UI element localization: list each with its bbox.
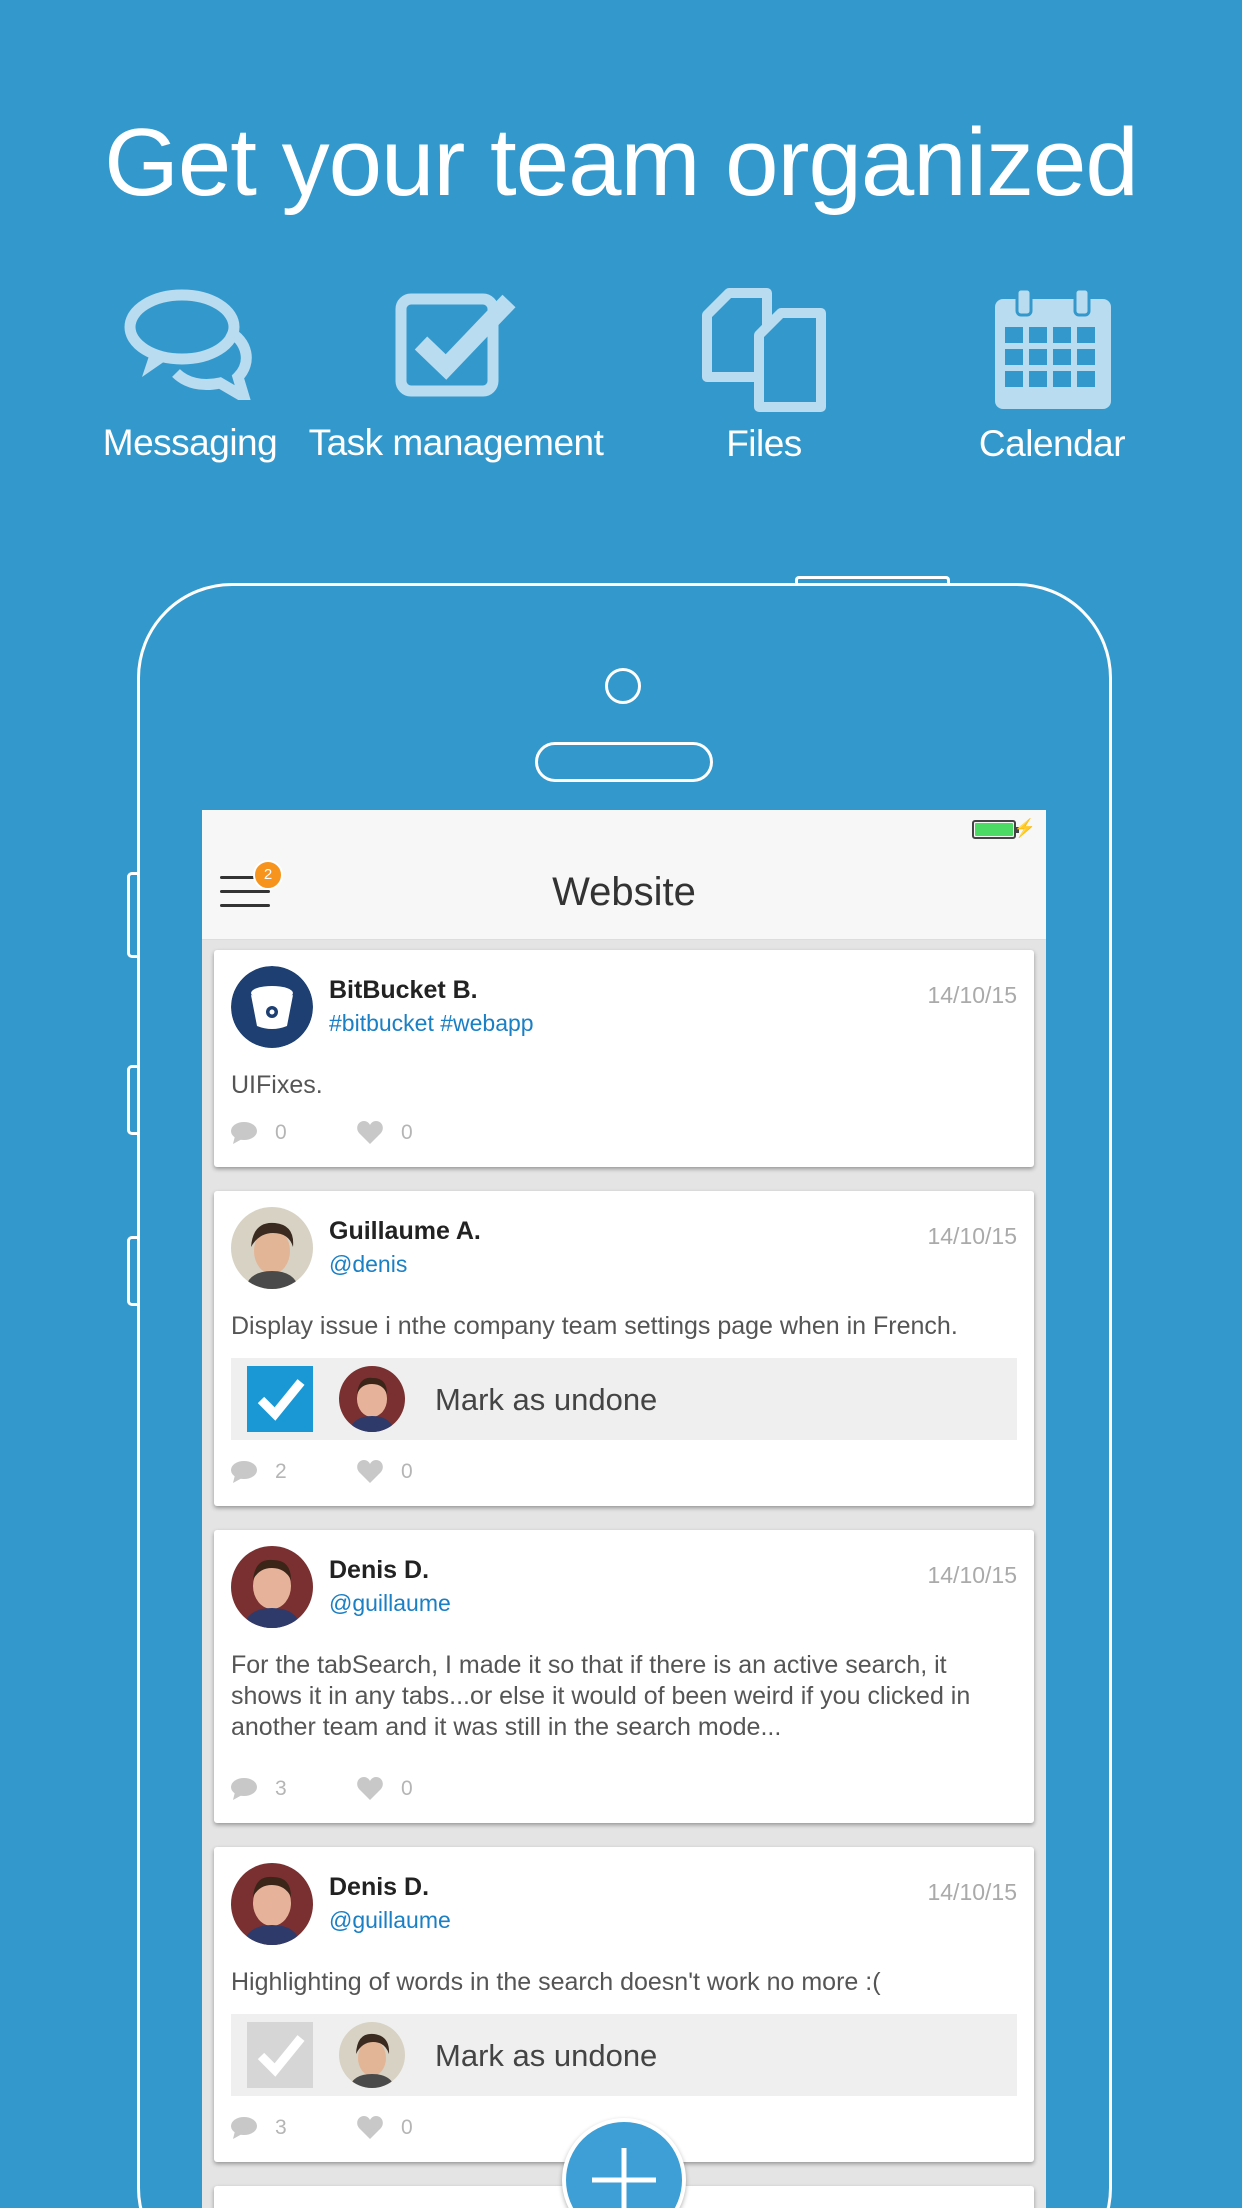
heart-icon bbox=[357, 1777, 383, 1801]
comment-icon bbox=[231, 2117, 257, 2140]
like-count-value: 0 bbox=[401, 1460, 413, 1483]
post-tags[interactable]: #bitbucket #webapp bbox=[329, 1010, 534, 1037]
comment-count-value: 3 bbox=[275, 1777, 287, 1800]
person-photo bbox=[231, 1207, 313, 1289]
post-author[interactable]: Denis D. bbox=[329, 1556, 429, 1585]
post-mention[interactable]: @denis bbox=[329, 1251, 407, 1278]
avatar[interactable] bbox=[231, 966, 313, 1048]
comment-count[interactable]: 3 bbox=[231, 2116, 287, 2140]
assignee-avatar bbox=[339, 1366, 405, 1432]
post-stats: 2 0 bbox=[231, 1440, 1017, 1506]
feature-task-management: Task management bbox=[306, 285, 606, 464]
phone-camera bbox=[605, 668, 641, 704]
post-mention[interactable]: @guillaume bbox=[329, 1907, 451, 1934]
feature-label-task-management: Task management bbox=[308, 422, 604, 463]
add-post-button[interactable] bbox=[562, 2118, 686, 2208]
post-card[interactable]: BitBucket B. #bitbucket #webapp 14/10/15… bbox=[214, 950, 1034, 1167]
comment-count-value: 0 bbox=[275, 1121, 287, 1144]
post-date: 14/10/15 bbox=[927, 982, 1017, 1008]
comment-icon bbox=[231, 1778, 257, 1801]
post-stats: 3 0 bbox=[231, 1757, 1017, 1823]
checkbox-icon bbox=[395, 293, 516, 397]
task-row[interactable]: Mark as undone bbox=[231, 2014, 1017, 2096]
task-label[interactable]: Mark as undone bbox=[435, 1382, 657, 1418]
calendar-icon bbox=[995, 287, 1111, 409]
like-count[interactable]: 0 bbox=[357, 1460, 413, 1484]
post-stats: 0 0 bbox=[231, 1101, 1017, 1167]
post-date: 14/10/15 bbox=[927, 1562, 1017, 1588]
heart-icon bbox=[357, 1121, 383, 1145]
avatar[interactable] bbox=[231, 1863, 313, 1945]
phone-volume-up bbox=[127, 1065, 139, 1135]
heart-icon bbox=[357, 1460, 383, 1484]
post-mention[interactable]: @guillaume bbox=[329, 1590, 451, 1617]
post-date: 14/10/15 bbox=[927, 1879, 1017, 1905]
avatar[interactable] bbox=[231, 1207, 313, 1289]
like-count-value: 0 bbox=[401, 1777, 413, 1800]
comment-count[interactable]: 2 bbox=[231, 1460, 287, 1484]
feature-list: Messaging Task management Files Calendar bbox=[0, 285, 1242, 505]
feature-files: Files bbox=[614, 285, 914, 465]
files-icon bbox=[702, 288, 826, 412]
page-title: Website bbox=[552, 870, 696, 914]
comment-count[interactable]: 3 bbox=[231, 1777, 287, 1801]
post-card[interactable]: Guillaume A. @denis 14/10/15 Display iss… bbox=[214, 1191, 1034, 1506]
post-card[interactable]: Denis D. @guillaume 14/10/15 Highlightin… bbox=[214, 1847, 1034, 2162]
post-feed: BitBucket B. #bitbucket #webapp 14/10/15… bbox=[202, 940, 1046, 2208]
like-count-value: 0 bbox=[401, 2116, 413, 2139]
comment-icon bbox=[231, 1461, 257, 1484]
feature-calendar: Calendar bbox=[902, 285, 1202, 465]
checkbox-unchecked-icon[interactable] bbox=[247, 2022, 313, 2088]
comment-icon bbox=[231, 1122, 257, 1145]
task-row[interactable]: Mark as undone bbox=[231, 1358, 1017, 1440]
person-photo bbox=[231, 1863, 313, 1945]
phone-speaker bbox=[535, 742, 713, 782]
feature-label-calendar: Calendar bbox=[978, 423, 1126, 464]
like-count-value: 0 bbox=[401, 1121, 413, 1144]
avatar[interactable] bbox=[231, 1546, 313, 1628]
nav-bar: 2 Website bbox=[202, 844, 1046, 940]
post-author[interactable]: BitBucket B. bbox=[329, 976, 478, 1005]
comment-count[interactable]: 0 bbox=[231, 1121, 287, 1145]
comment-count-value: 2 bbox=[275, 1460, 287, 1483]
status-bar: ⚡ bbox=[202, 810, 1046, 844]
post-date: 14/10/15 bbox=[927, 1223, 1017, 1249]
comment-count-value: 3 bbox=[275, 2116, 287, 2139]
checkbox-checked-icon[interactable] bbox=[247, 1366, 313, 1432]
like-count[interactable]: 0 bbox=[357, 1777, 413, 1801]
plus-icon bbox=[592, 2148, 656, 2208]
task-label[interactable]: Mark as undone bbox=[435, 2038, 657, 2074]
assignee-avatar bbox=[339, 2022, 405, 2088]
post-card[interactable]: Denis D. @guillaume 14/10/15 For the tab… bbox=[214, 1530, 1034, 1823]
post-author[interactable]: Denis D. bbox=[329, 1873, 429, 1902]
charging-icon: ⚡ bbox=[1013, 818, 1036, 838]
like-count[interactable]: 0 bbox=[357, 2116, 413, 2140]
app-screen: ⚡ 2 Website BitBucket B. #bitbucket #web… bbox=[202, 810, 1046, 2208]
feature-messaging: Messaging bbox=[40, 285, 340, 464]
speech-bubbles-icon bbox=[124, 289, 252, 400]
like-count[interactable]: 0 bbox=[357, 1121, 413, 1145]
feature-label-files: Files bbox=[726, 423, 802, 464]
headline: Get your team organized bbox=[104, 109, 1139, 216]
heart-icon bbox=[357, 2116, 383, 2140]
phone-volume-down bbox=[127, 1236, 139, 1306]
phone-mute-switch bbox=[127, 872, 139, 958]
person-photo bbox=[231, 1546, 313, 1628]
feature-label-messaging: Messaging bbox=[102, 422, 278, 463]
bitbucket-logo-icon bbox=[231, 966, 313, 1048]
battery-icon bbox=[972, 820, 1019, 839]
post-author[interactable]: Guillaume A. bbox=[329, 1217, 481, 1246]
